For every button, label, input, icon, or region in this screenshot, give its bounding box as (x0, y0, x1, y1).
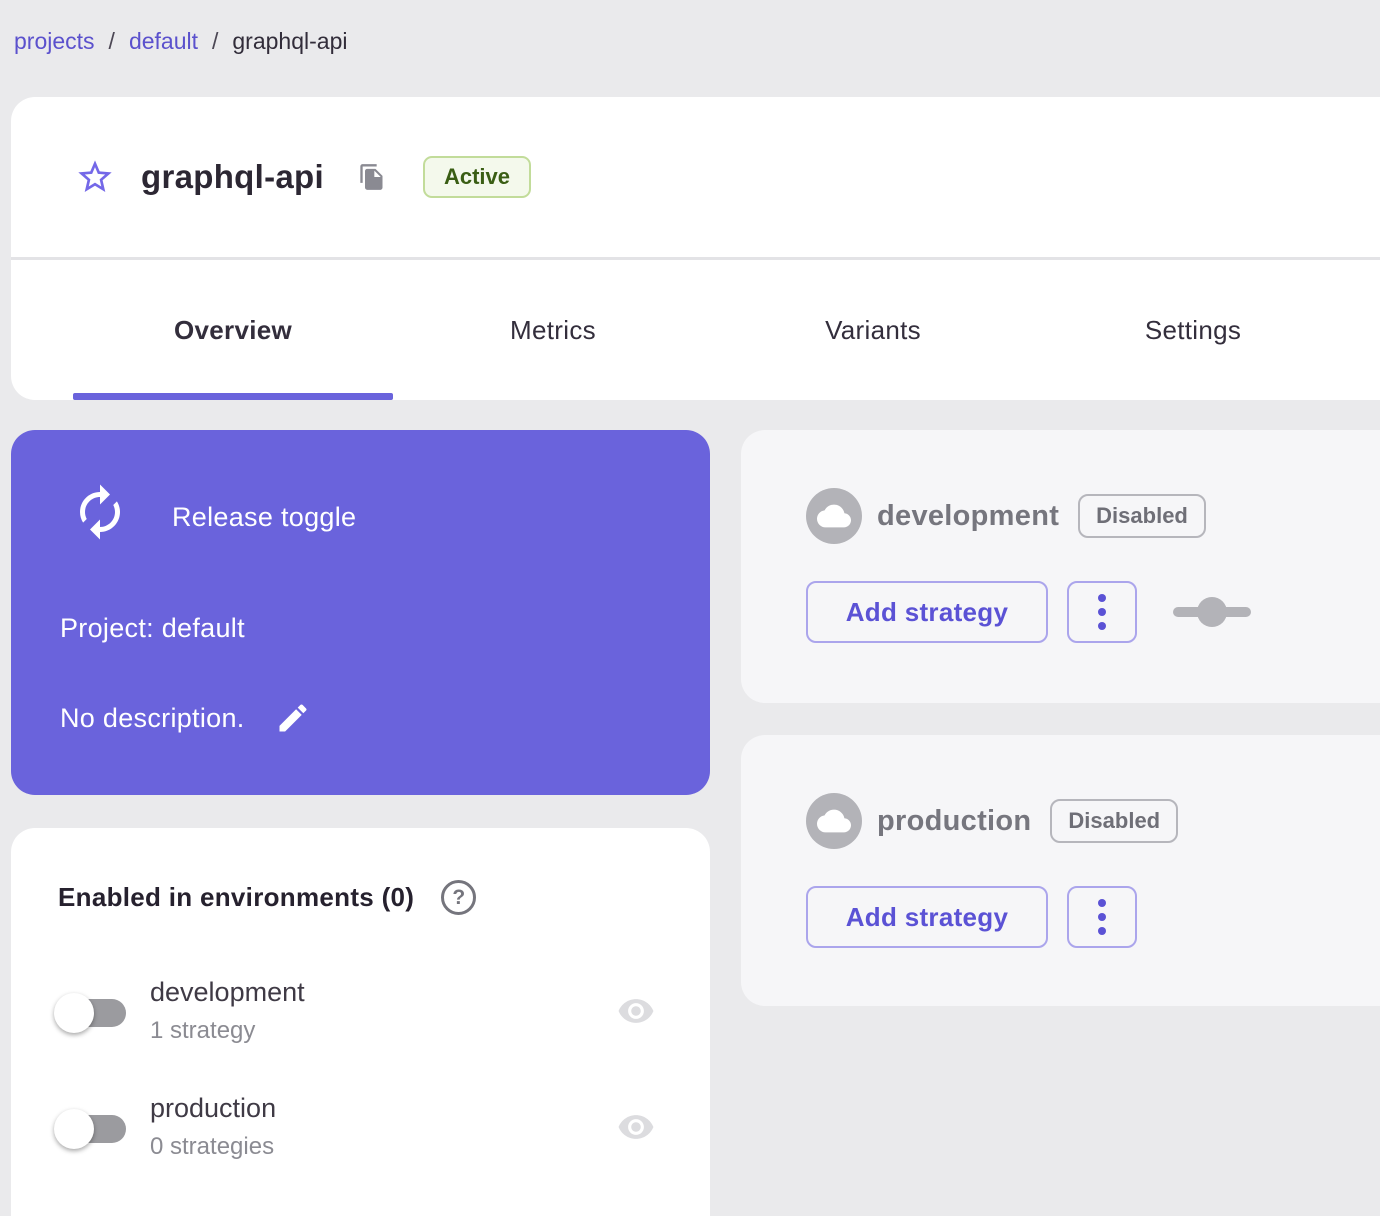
kebab-dot (1098, 622, 1106, 630)
environment-card-development: development Disabled Add strategy (741, 430, 1380, 703)
tab-overview[interactable]: Overview (73, 260, 393, 400)
strategy-count: 1 strategy (150, 1017, 256, 1044)
add-strategy-button[interactable]: Add strategy (806, 886, 1048, 948)
tab-label: Variants (825, 314, 921, 345)
production-toggle-switch[interactable] (54, 1106, 126, 1152)
right-column: development Disabled Add strategy produc… (741, 430, 1380, 1006)
environment-avatar (806, 793, 862, 849)
breadcrumb: projects / default / graphql-api (14, 28, 347, 55)
feature-title-row: graphql-api Active (11, 97, 1380, 257)
tab-label: Overview (173, 314, 293, 345)
cloud-icon (817, 809, 851, 833)
environment-name: production (150, 1093, 277, 1123)
page-title: graphql-api (141, 158, 324, 195)
tab-variants[interactable]: Variants (713, 260, 1033, 400)
feature-header-card: graphql-api Active Overview Metrics Vari… (11, 97, 1380, 400)
tab-label: Settings (1144, 314, 1242, 345)
environment-card-actions: Add strategy (806, 886, 1137, 948)
environment-status-badge: Disabled (1078, 493, 1206, 539)
environment-card-name: production (877, 804, 1032, 837)
switch-thumb (54, 1109, 94, 1149)
eye-icon[interactable] (612, 992, 660, 1030)
copy-icon (360, 164, 383, 190)
development-toggle-switch[interactable] (54, 990, 126, 1036)
enabled-environments-header: Enabled in environments (0) ? (58, 880, 477, 915)
kebab-dot (1098, 608, 1106, 616)
breadcrumb-link-default[interactable]: default (129, 28, 198, 55)
enabled-environments-title: Enabled in environments (0) (58, 882, 415, 912)
switch-thumb (54, 993, 94, 1033)
star-icon (78, 160, 112, 192)
environment-card-header: development Disabled (806, 488, 1206, 544)
breadcrumb-link-projects[interactable]: projects (14, 28, 95, 55)
toggle-type-label: Release toggle (172, 502, 357, 532)
kebab-dot (1098, 913, 1106, 921)
help-icon[interactable]: ? (441, 880, 477, 915)
enabled-environments-card: Enabled in environments (0) ? developmen… (11, 828, 710, 1216)
slider-knob (1197, 597, 1227, 627)
environment-menu-button[interactable] (1067, 886, 1137, 948)
toggle-description-row: No description. (60, 698, 313, 738)
environment-status-badge: Disabled (1050, 798, 1179, 844)
environment-card-name: development (877, 499, 1060, 532)
kebab-dot (1098, 594, 1106, 602)
strategy-slider-icon[interactable] (1173, 597, 1251, 627)
breadcrumb-separator: / (212, 28, 219, 54)
environment-card-actions: Add strategy (806, 581, 1251, 643)
toggle-project-label: Project: default (60, 613, 245, 643)
environment-avatar (806, 488, 862, 544)
kebab-dot (1098, 927, 1106, 935)
edit-description-button[interactable] (273, 698, 313, 738)
environment-menu-button[interactable] (1067, 581, 1137, 643)
tab-settings[interactable]: Settings (1033, 260, 1353, 400)
copy-name-button[interactable] (357, 162, 387, 192)
strategy-count: 0 strategies (150, 1133, 275, 1160)
toggle-overview-card: Release toggle Project: default No descr… (11, 430, 710, 795)
environment-card-header: production Disabled (806, 793, 1179, 849)
active-tab-indicator (73, 393, 393, 400)
kebab-dot (1098, 899, 1106, 907)
pencil-icon (279, 704, 307, 732)
breadcrumb-current: graphql-api (232, 28, 348, 54)
eye-icon[interactable] (612, 1108, 660, 1146)
toggle-description: No description. (60, 702, 245, 733)
environment-name: development (150, 977, 305, 1007)
tab-label: Metrics (510, 314, 596, 345)
environment-card-production: production Disabled Add strategy (741, 735, 1380, 1006)
cloud-icon (817, 504, 851, 528)
favorite-button[interactable] (75, 157, 115, 197)
release-toggle-icon (80, 484, 120, 540)
breadcrumb-separator: / (108, 28, 115, 54)
tab-bar: Overview Metrics Variants Settings (11, 260, 1380, 400)
add-strategy-button[interactable]: Add strategy (806, 581, 1048, 643)
tab-metrics[interactable]: Metrics (393, 260, 713, 400)
left-column: Release toggle Project: default No descr… (11, 430, 710, 1216)
status-badge: Active (422, 155, 532, 199)
